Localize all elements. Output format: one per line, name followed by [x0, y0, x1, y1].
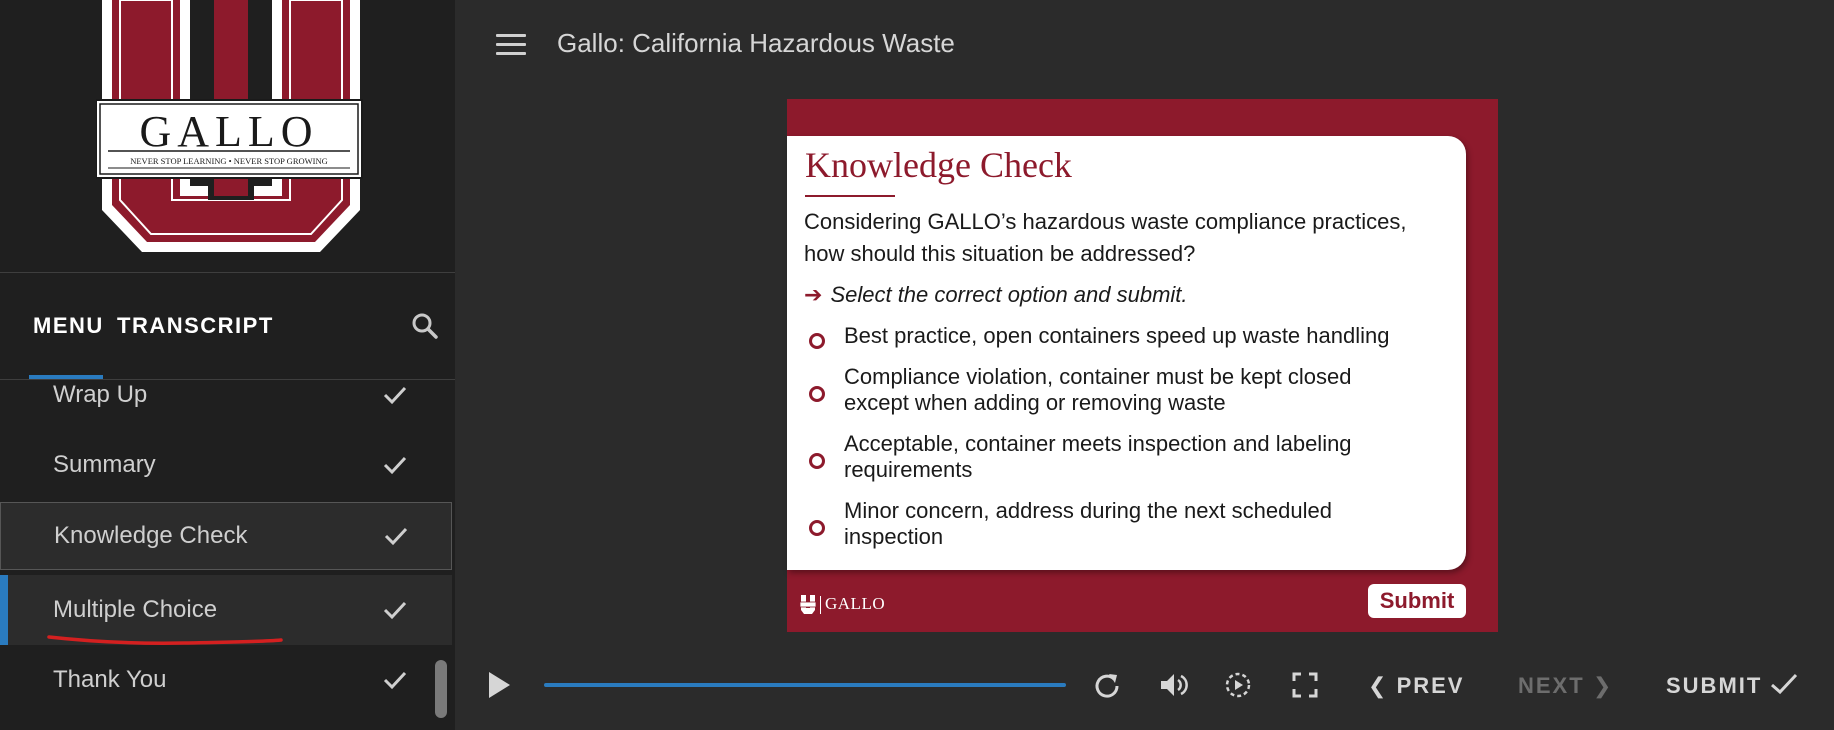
answer-option-text: Best practice, open containers speed up …	[844, 323, 1390, 348]
chevron-right-icon: ❯	[1592, 673, 1614, 698]
hamburger-menu-icon[interactable]	[496, 34, 526, 56]
seek-bar[interactable]	[544, 683, 1066, 687]
question-card: Knowledge Check Considering GALLO’s haza…	[787, 136, 1466, 570]
question-text: Considering GALLO’s hazardous waste comp…	[804, 209, 1407, 266]
arrow-right-icon: ➔	[804, 282, 823, 307]
gallo-mini-logo-icon	[800, 595, 816, 615]
active-item-indicator	[0, 575, 8, 645]
chevron-left-icon: ❮	[1368, 673, 1389, 698]
course-title: Gallo: California Hazardous Waste	[557, 28, 955, 58]
menu-item-label: Knowledge Check	[54, 522, 248, 549]
slide-title: Knowledge Check	[805, 145, 1072, 185]
replay-icon[interactable]	[1092, 670, 1122, 700]
instruction: ➔ Select the correct option and submit.	[804, 282, 1188, 308]
search-icon[interactable]	[410, 311, 440, 341]
gallo-u-logo: GALLO NEVER STOP LEARNING • NEVER STOP G…	[96, 0, 363, 252]
playback-speed-icon[interactable]	[1223, 670, 1253, 700]
menu-item-summary[interactable]: Summary	[0, 430, 452, 500]
slide-submit-button[interactable]: Submit	[1368, 584, 1466, 618]
answer-option-text: Acceptable, container meets inspection a…	[844, 431, 1352, 482]
answer-option-text: Minor concern, address during the next s…	[844, 498, 1332, 549]
menu-item-thank-you[interactable]: Thank You	[0, 645, 452, 715]
slide-footer-logo: GALLO	[800, 594, 885, 615]
checkmark-icon	[383, 386, 407, 405]
next-button[interactable]: NEXT ❯	[1518, 673, 1613, 699]
tab-menu[interactable]: MENU	[33, 313, 104, 339]
sidebar: GALLO NEVER STOP LEARNING • NEVER STOP G…	[0, 0, 455, 730]
logo-tagline: NEVER STOP LEARNING • NEVER STOP GROWING	[130, 156, 328, 166]
submit-label: SUBMIT	[1666, 673, 1763, 698]
radio-button[interactable]	[809, 333, 825, 349]
instruction-text: Select the correct option and submit.	[830, 282, 1188, 307]
red-underline-annotation	[47, 635, 283, 645]
radio-button[interactable]	[809, 386, 825, 402]
checkmark-icon	[383, 671, 407, 690]
menu-item-label: Wrap Up	[53, 381, 148, 408]
slide: Knowledge Check Considering GALLO’s haza…	[787, 99, 1498, 632]
radio-button[interactable]	[809, 453, 825, 469]
checkmark-icon	[383, 601, 407, 620]
checkmark-icon	[384, 527, 408, 546]
play-icon[interactable]	[486, 670, 512, 700]
volume-icon[interactable]	[1158, 670, 1188, 700]
footer-logo-text: GALLO	[825, 594, 886, 613]
prev-button[interactable]: ❮ PREV	[1368, 673, 1464, 699]
title-rule	[805, 195, 895, 197]
radio-button[interactable]	[809, 520, 825, 536]
menu-item-knowledge-check[interactable]: Knowledge Check	[0, 502, 452, 570]
menu-item-wrap-up[interactable]: Wrap Up	[0, 360, 452, 430]
menu-item-label: Multiple Choice	[53, 596, 218, 623]
menu-scrollbar[interactable]	[435, 660, 447, 718]
logo-area: GALLO NEVER STOP LEARNING • NEVER STOP G…	[0, 0, 455, 273]
tab-transcript[interactable]: TRANSCRIPT	[117, 313, 274, 339]
player-submit-button[interactable]: SUBMIT	[1666, 673, 1798, 699]
prev-label: PREV	[1396, 673, 1465, 698]
next-label: NEXT	[1518, 673, 1585, 698]
answer-option-text: Compliance violation, container must be …	[844, 364, 1352, 415]
checkmark-icon	[1771, 673, 1798, 695]
fullscreen-icon[interactable]	[1290, 670, 1320, 700]
logo-wordmark: GALLO	[139, 107, 318, 156]
checkmark-icon	[383, 456, 407, 475]
menu-item-label: Summary	[53, 451, 156, 478]
menu-item-label: Thank You	[53, 666, 167, 693]
